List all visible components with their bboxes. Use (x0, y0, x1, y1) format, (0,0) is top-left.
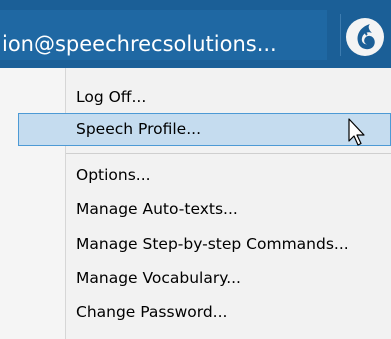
menu-item-label: Manage Auto-texts... (76, 200, 238, 218)
menu-item-speech-profile[interactable]: Speech Profile... (18, 113, 391, 146)
menu-item-label: Manage Vocabulary... (76, 269, 241, 287)
dragon-flame-logo-icon[interactable] (346, 18, 384, 56)
title-bar: ion@speechrecsolutions... (0, 0, 391, 68)
menu-item-label: Manage Step-by-step Commands... (76, 235, 349, 253)
account-name[interactable]: ion@speechrecsolutions... (2, 30, 317, 58)
account-field[interactable]: ion@speechrecsolutions... (0, 10, 327, 60)
menu-item-change-password[interactable]: Change Password... (66, 296, 391, 329)
menu-item-label: Options... (76, 166, 151, 184)
menu-separator (66, 153, 391, 154)
arrow-pointer-icon (348, 118, 368, 152)
menu-item-options[interactable]: Options... (66, 159, 391, 192)
menu-item-label: Log Off... (76, 88, 147, 106)
menu-item-manage-step-by-step-commands[interactable]: Manage Step-by-step Commands... (66, 228, 391, 261)
user-menu: Log Off... Speech Profile... Options... … (18, 68, 391, 339)
menu-item-label: Speech Profile... (76, 120, 201, 138)
menu-item-label: Change Password... (76, 303, 228, 321)
left-gutter (0, 68, 65, 339)
menu-item-manage-auto-texts[interactable]: Manage Auto-texts... (66, 193, 391, 226)
menu-item-log-off[interactable]: Log Off... (66, 81, 391, 114)
titlebar-divider (340, 14, 341, 56)
menu-item-manage-vocabulary[interactable]: Manage Vocabulary... (66, 262, 391, 295)
